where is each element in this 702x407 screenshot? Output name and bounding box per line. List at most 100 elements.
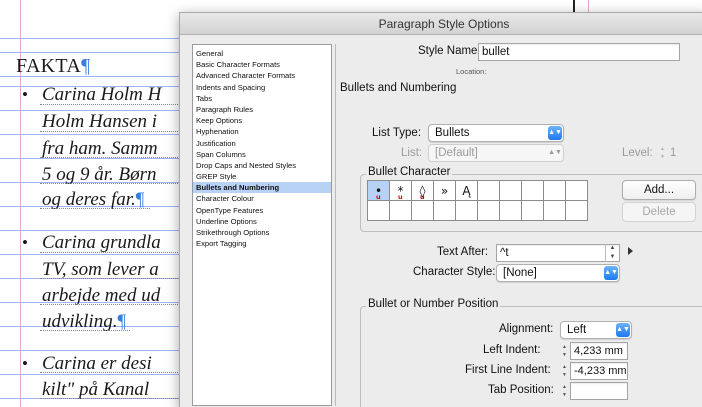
level-label: Level: [622, 147, 653, 159]
stepper-down-icon: ▼ [660, 154, 665, 160]
text-underline [40, 330, 130, 331]
doc-heading-text: FAKTA [16, 55, 82, 77]
first-line-indent-stepper[interactable]: ▲ ▼ [560, 363, 569, 379]
doc-line: Carina Holm H [42, 84, 162, 105]
text-underline [40, 398, 180, 399]
sidebar-item-indents-and-spacing[interactable]: Indents and Spacing [193, 82, 331, 93]
sidebar-item-character-colour[interactable]: Character Colour [193, 193, 331, 204]
doc-line: Carina grundla [42, 232, 161, 253]
category-list[interactable]: General Basic Character Formats Advanced… [192, 44, 332, 406]
stepper-down-icon: ▼ [562, 392, 567, 398]
tab-position-label: Tab Position: [488, 384, 554, 396]
bullet-glyph-cell-empty[interactable] [411, 200, 434, 221]
stepper-up-icon: ▲ [562, 364, 567, 370]
bullet-glyph-cell-empty[interactable] [499, 200, 522, 221]
bullet-glyph-cell-empty[interactable] [565, 200, 588, 221]
style-name-label: Style Name: [418, 45, 481, 57]
add-bullet-button[interactable]: Add... [622, 180, 696, 200]
stepper-up-icon: ▲ [660, 146, 665, 152]
glyph: Ą [462, 183, 471, 198]
bullet-glyph-cell-empty[interactable] [543, 200, 566, 221]
sidebar-item-advanced-character-formats[interactable]: Advanced Character Formats [193, 70, 331, 81]
sidebar-item-underline-options[interactable]: Underline Options [193, 216, 331, 227]
sidebar-item-grep-style[interactable]: GREP Style [193, 171, 331, 182]
bullet-glyph-cell-empty[interactable] [565, 180, 588, 201]
bullet-mark: • [22, 85, 28, 104]
tab-position-stepper[interactable]: ▲ ▼ [560, 383, 569, 399]
bullet-glyph-cell-empty[interactable] [455, 200, 478, 221]
left-indent-stepper[interactable]: ▲ ▼ [560, 343, 569, 359]
text-underline [40, 278, 180, 279]
bullet-glyph-cell-empty[interactable] [389, 200, 412, 221]
bullet-glyph-cell-empty[interactable] [543, 180, 566, 201]
sidebar-item-tabs[interactable]: Tabs [193, 93, 331, 104]
text-after-dropdown-icon[interactable]: ▲ ▼ [605, 244, 619, 262]
select-chevron-icon: ▲▼ [604, 266, 618, 280]
bullet-mark: • [22, 233, 28, 252]
list-type-value: Bullets [435, 127, 470, 139]
sidebar-item-strikethrough-options[interactable]: Strikethrough Options [193, 227, 331, 238]
sidebar-item-bullets-and-numbering[interactable]: Bullets and Numbering [193, 182, 331, 194]
sidebar-item-drop-caps[interactable]: Drop Caps and Nested Styles [193, 160, 331, 171]
bullet-glyph-cell-empty[interactable] [433, 200, 456, 221]
pilcrow-mark: ¶ [117, 311, 127, 332]
character-style-select[interactable]: [None] ▲▼ [496, 264, 620, 282]
sidebar-item-span-columns[interactable]: Span Columns [193, 149, 331, 160]
sidebar-item-opentype-features[interactable]: OpenType Features [193, 205, 331, 216]
alignment-value: Left [567, 324, 587, 336]
text-underline [40, 131, 180, 132]
text-after-label: Text After: [437, 246, 489, 258]
section-title: Bullets and Numbering [340, 82, 457, 94]
text-after-input[interactable]: ^t ▲ ▼ [496, 244, 620, 262]
alignment-select[interactable]: Left ▲▼ [560, 321, 632, 339]
bullet-glyph-cell[interactable]: • u [367, 180, 390, 201]
insert-special-character-icon[interactable] [628, 247, 633, 255]
sidebar-item-general[interactable]: General [193, 48, 331, 59]
text-underline [40, 372, 180, 373]
text-underline [40, 304, 180, 305]
stepper-down-icon: ▼ [562, 352, 567, 358]
list-value: [Default] [435, 147, 478, 159]
bullet-glyph-cell[interactable]: * u [389, 180, 412, 201]
first-line-indent-input[interactable]: -4,233 mm [570, 362, 628, 380]
glyph: » [440, 183, 449, 198]
doc-heading: FAKTA¶ [16, 55, 90, 78]
baseline-guide [0, 38, 182, 39]
panel-divider [335, 44, 336, 406]
list-type-label: List Type: [372, 127, 422, 139]
bullet-glyph-cell-empty[interactable] [477, 200, 500, 221]
character-style-label: Character Style: [413, 266, 496, 278]
sidebar-item-paragraph-rules[interactable]: Paragraph Rules [193, 104, 331, 115]
doc-line: Holm Hansen i [42, 111, 158, 132]
bullet-glyph-cell-empty[interactable] [521, 200, 544, 221]
left-indent-input[interactable]: 4,233 mm [570, 342, 628, 360]
sidebar-item-keep-options[interactable]: Keep Options [193, 115, 331, 126]
sidebar-item-justification[interactable]: Justification [193, 138, 331, 149]
bullet-glyph-cell-empty[interactable] [477, 180, 500, 201]
select-chevron-icon: ▲▼ [616, 323, 630, 337]
text-underline [40, 104, 180, 105]
bullet-glyph-cell-empty[interactable] [521, 180, 544, 201]
sidebar-item-export-tagging[interactable]: Export Tagging [193, 238, 331, 249]
bullet-glyph-cell-empty[interactable] [367, 200, 390, 221]
bullet-glyph-cell[interactable]: » [433, 180, 456, 201]
tab-position-input[interactable] [570, 382, 628, 400]
baseline-guide [0, 254, 182, 255]
pilcrow-mark: ¶ [135, 189, 145, 210]
delete-bullet-button[interactable]: Delete [622, 202, 696, 222]
bullet-glyph-cell[interactable]: Ą [455, 180, 478, 201]
text-underline [40, 157, 180, 158]
bullet-glyph-cell-empty[interactable] [499, 180, 522, 201]
sidebar-item-hyphenation[interactable]: Hyphenation [193, 126, 331, 137]
list-type-select[interactable]: Bullets ▲▼ [428, 124, 564, 142]
text-after-value: ^t [500, 247, 509, 259]
level-value[interactable]: 1 [670, 147, 676, 159]
bullet-glyph-cell[interactable]: ◊ u [411, 180, 434, 201]
list-select[interactable]: [Default] ▲▼ [428, 144, 564, 162]
column-guide [588, 0, 589, 12]
level-stepper[interactable]: ▲ ▼ [658, 145, 667, 161]
style-name-input[interactable]: bullet [478, 43, 680, 61]
dialog-title[interactable]: Paragraph Style Options [180, 13, 702, 35]
bullet-glyph-grid[interactable]: • u * u ◊ u » Ą [367, 180, 588, 221]
sidebar-item-basic-character-formats[interactable]: Basic Character Formats [193, 59, 331, 70]
